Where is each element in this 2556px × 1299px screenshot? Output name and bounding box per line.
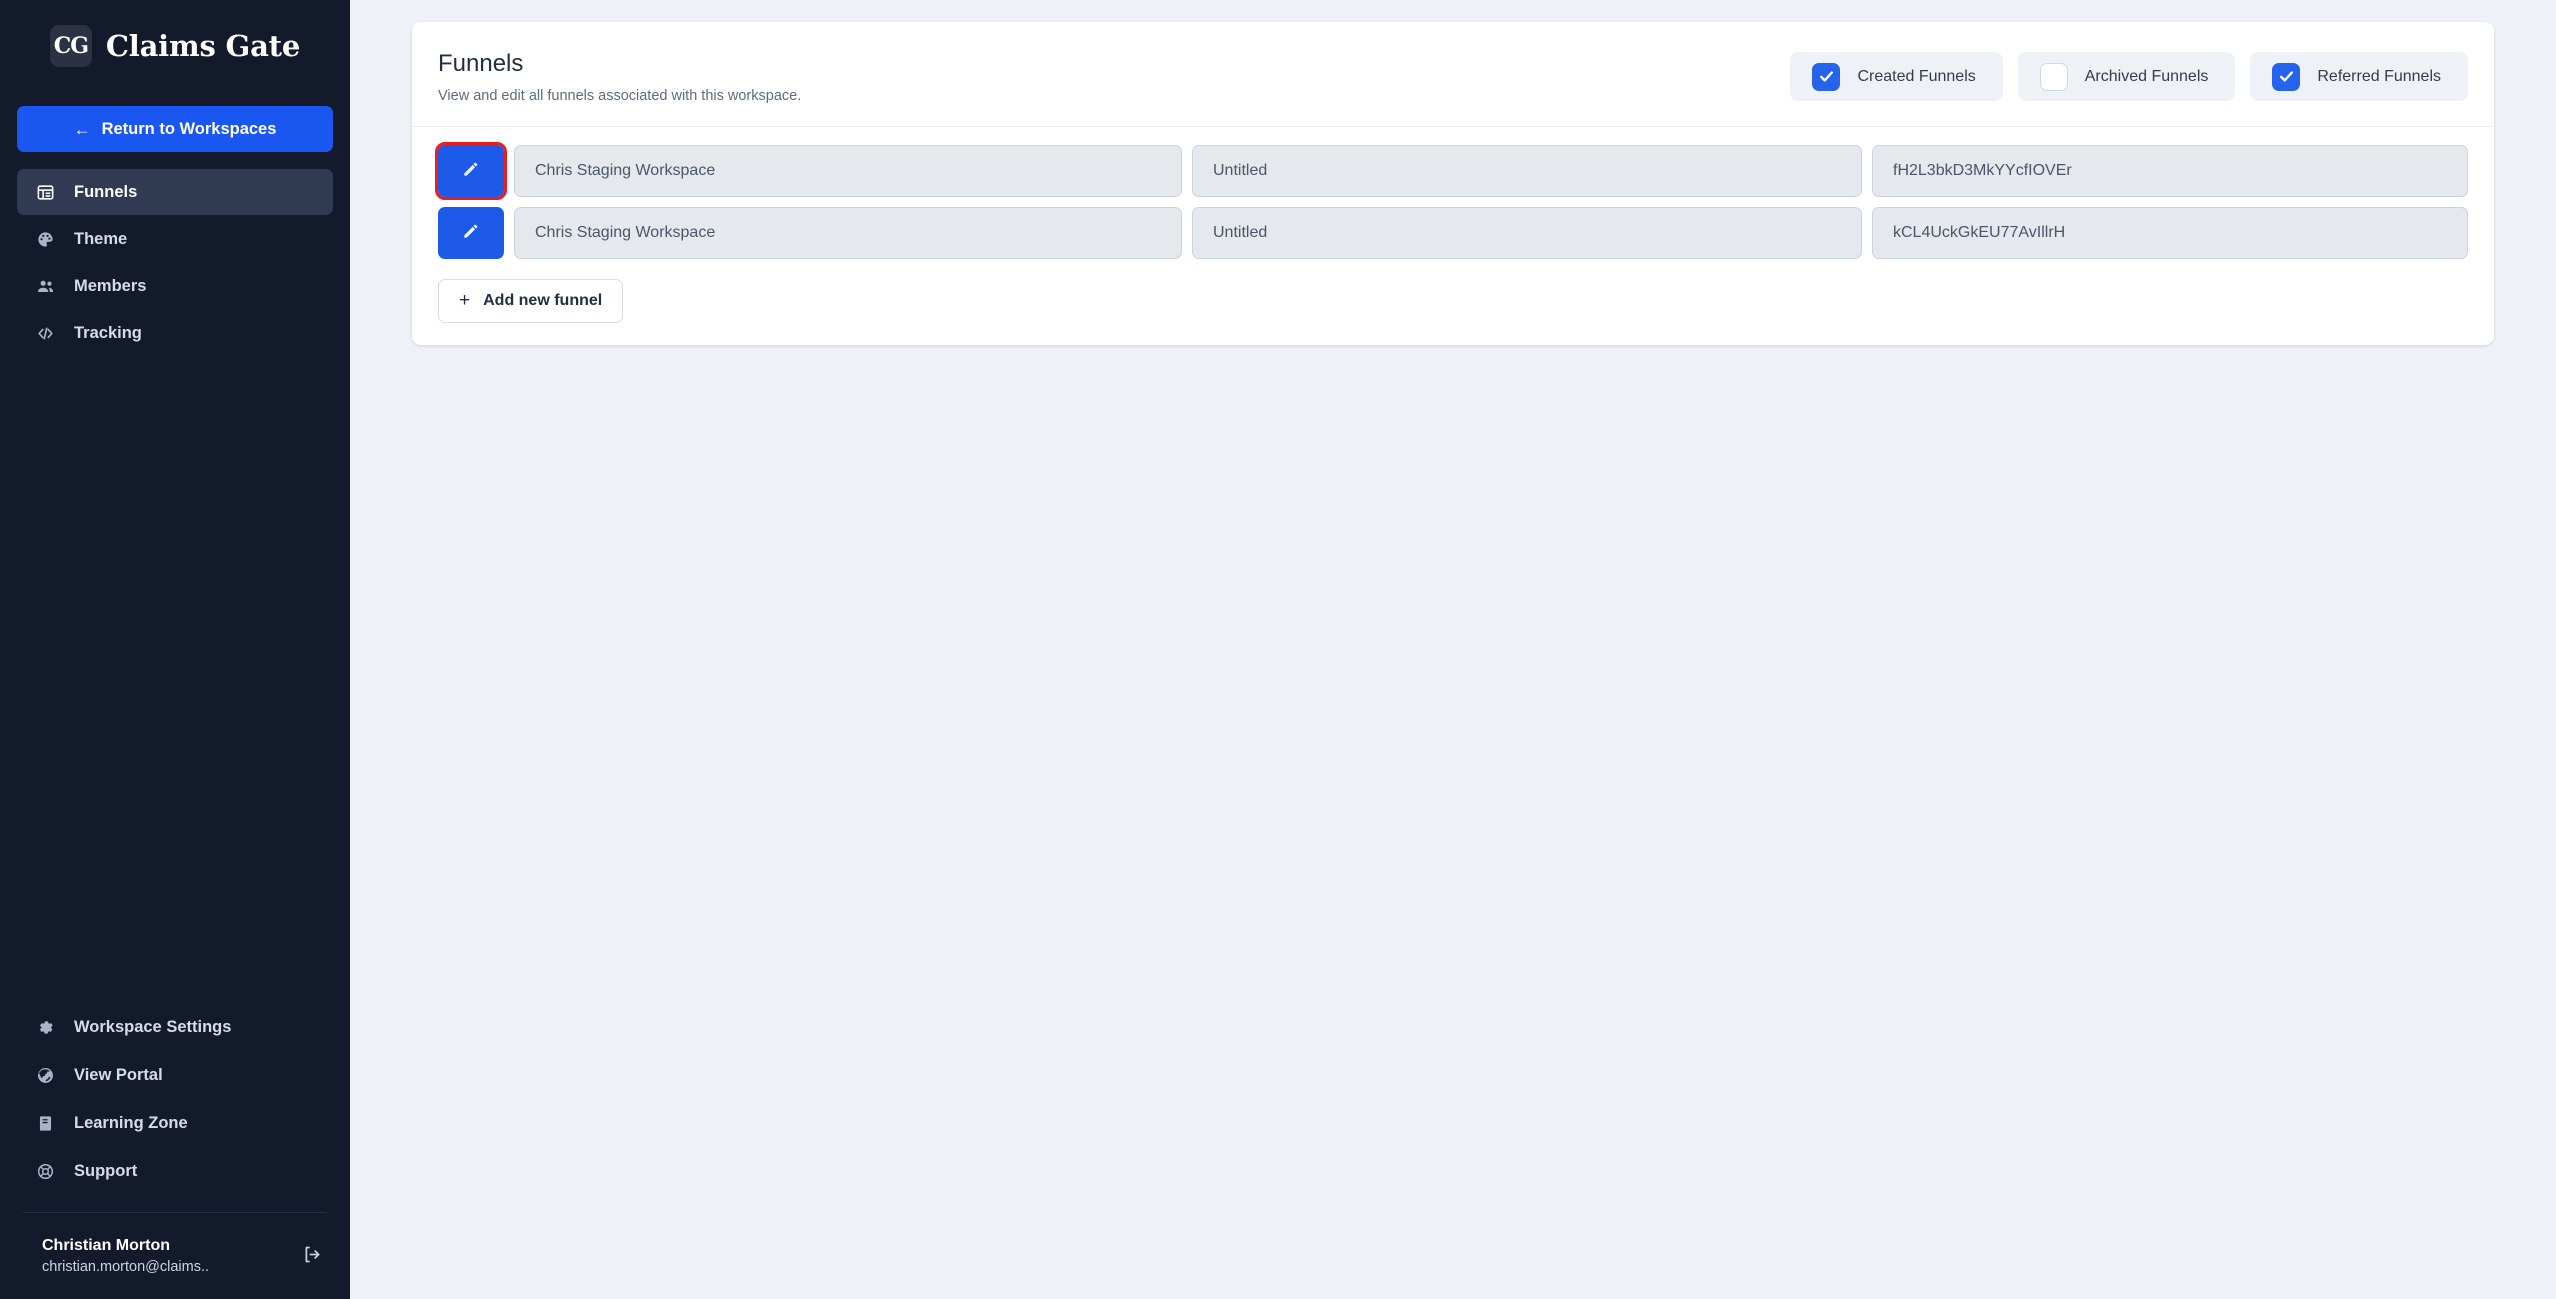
sidebar-item-label: Theme	[74, 229, 128, 248]
page-title: Funnels	[438, 50, 524, 77]
table-row	[438, 206, 2468, 259]
sidebar-item-label: Funnels	[74, 182, 138, 201]
brand: CG Claims Gate	[0, 0, 350, 92]
sidebar-item-funnels[interactable]: Funnels	[17, 169, 333, 215]
sidebar-item-theme[interactable]: Theme	[17, 216, 333, 262]
globe-icon	[34, 1065, 56, 1087]
table-row	[435, 141, 2468, 200]
sidebar-item-label: Support	[74, 1162, 138, 1180]
add-new-funnel-button[interactable]: + Add new funnel	[438, 278, 624, 323]
funnel-id-field[interactable]	[1872, 206, 2468, 259]
edit-funnel-button[interactable]	[438, 206, 504, 259]
filter-created-funnels[interactable]: Created Funnels	[1790, 52, 2003, 101]
sidebar-item-learning-zone[interactable]: Learning Zone	[17, 1100, 333, 1147]
user-name: Christian Morton	[42, 1236, 170, 1254]
brand-name: Claims Gate	[105, 29, 301, 63]
funnel-workspace-field[interactable]	[514, 144, 1182, 197]
sidebar-item-tracking[interactable]: Tracking	[17, 310, 333, 356]
filter-label: Created Funnels	[1857, 67, 1976, 85]
logout-button[interactable]	[297, 1241, 327, 1271]
pencil-icon	[461, 159, 481, 182]
return-to-workspaces-label: Return to Workspaces	[101, 119, 277, 138]
checkbox-created-funnels[interactable]	[1812, 62, 1841, 91]
plus-icon: +	[459, 290, 471, 312]
user-email: christian.morton@claims..	[42, 1259, 210, 1276]
filter-label: Archived Funnels	[2084, 67, 2209, 85]
palette-icon	[34, 228, 56, 250]
add-new-funnel-label: Add new funnel	[483, 291, 603, 309]
table-list-icon	[34, 181, 56, 203]
edit-funnel-button[interactable]	[435, 141, 507, 200]
filter-archived-funnels[interactable]: Archived Funnels	[2017, 52, 2236, 101]
lifebuoy-icon	[34, 1161, 56, 1183]
funnel-name-field[interactable]	[1192, 144, 1862, 197]
sidebar-item-label: Learning Zone	[74, 1114, 188, 1132]
funnels-card: Funnels View and edit all funnels associ…	[412, 22, 2494, 345]
header-text: Funnels View and edit all funnels associ…	[438, 50, 801, 104]
sidebar-item-view-portal[interactable]: View Portal	[17, 1052, 333, 1099]
users-icon	[34, 275, 56, 297]
secondary-nav: Workspace Settings View Portal Learning …	[0, 1004, 350, 1195]
main-content: Funnels View and edit all funnels associ…	[350, 0, 2556, 1299]
pencil-icon	[461, 221, 481, 244]
sidebar-item-label: Workspace Settings	[74, 1018, 232, 1036]
sidebar: CG Claims Gate ← Return to Workspaces Fu…	[0, 0, 350, 1299]
user-footer: Christian Morton christian.morton@claims…	[0, 1213, 350, 1299]
code-brackets-icon	[34, 322, 56, 344]
funnel-id-field[interactable]	[1872, 144, 2468, 197]
user-info: Christian Morton christian.morton@claims…	[42, 1234, 209, 1278]
book-icon	[34, 1113, 56, 1135]
card-header: Funnels View and edit all funnels associ…	[412, 22, 2494, 127]
logout-icon	[302, 1244, 323, 1268]
return-to-workspaces-button[interactable]: ← Return to Workspaces	[17, 106, 333, 152]
checkbox-archived-funnels[interactable]	[2039, 62, 2068, 91]
arrow-left-icon: ←	[73, 119, 91, 139]
funnel-list	[412, 127, 2494, 259]
sidebar-item-support[interactable]: Support	[17, 1148, 333, 1195]
sidebar-item-members[interactable]: Members	[17, 263, 333, 309]
sidebar-item-label: Tracking	[74, 323, 142, 342]
primary-nav: Funnels Theme Members Tracking	[0, 169, 350, 356]
funnel-workspace-field[interactable]	[514, 206, 1182, 259]
sidebar-item-workspace-settings[interactable]: Workspace Settings	[17, 1004, 333, 1051]
sidebar-item-label: View Portal	[74, 1066, 163, 1084]
filter-chips: Created Funnels Archived Funnels Referre…	[1790, 50, 2468, 101]
gear-icon	[34, 1017, 56, 1039]
funnel-name-field[interactable]	[1192, 206, 1862, 259]
sidebar-item-label: Members	[74, 276, 147, 295]
checkbox-referred-funnels[interactable]	[2272, 62, 2301, 91]
filter-label: Referred Funnels	[2317, 67, 2441, 85]
page-subtitle: View and edit all funnels associated wit…	[438, 87, 802, 104]
filter-referred-funnels[interactable]: Referred Funnels	[2250, 52, 2468, 101]
claims-gate-logo-icon: CG	[49, 25, 92, 67]
